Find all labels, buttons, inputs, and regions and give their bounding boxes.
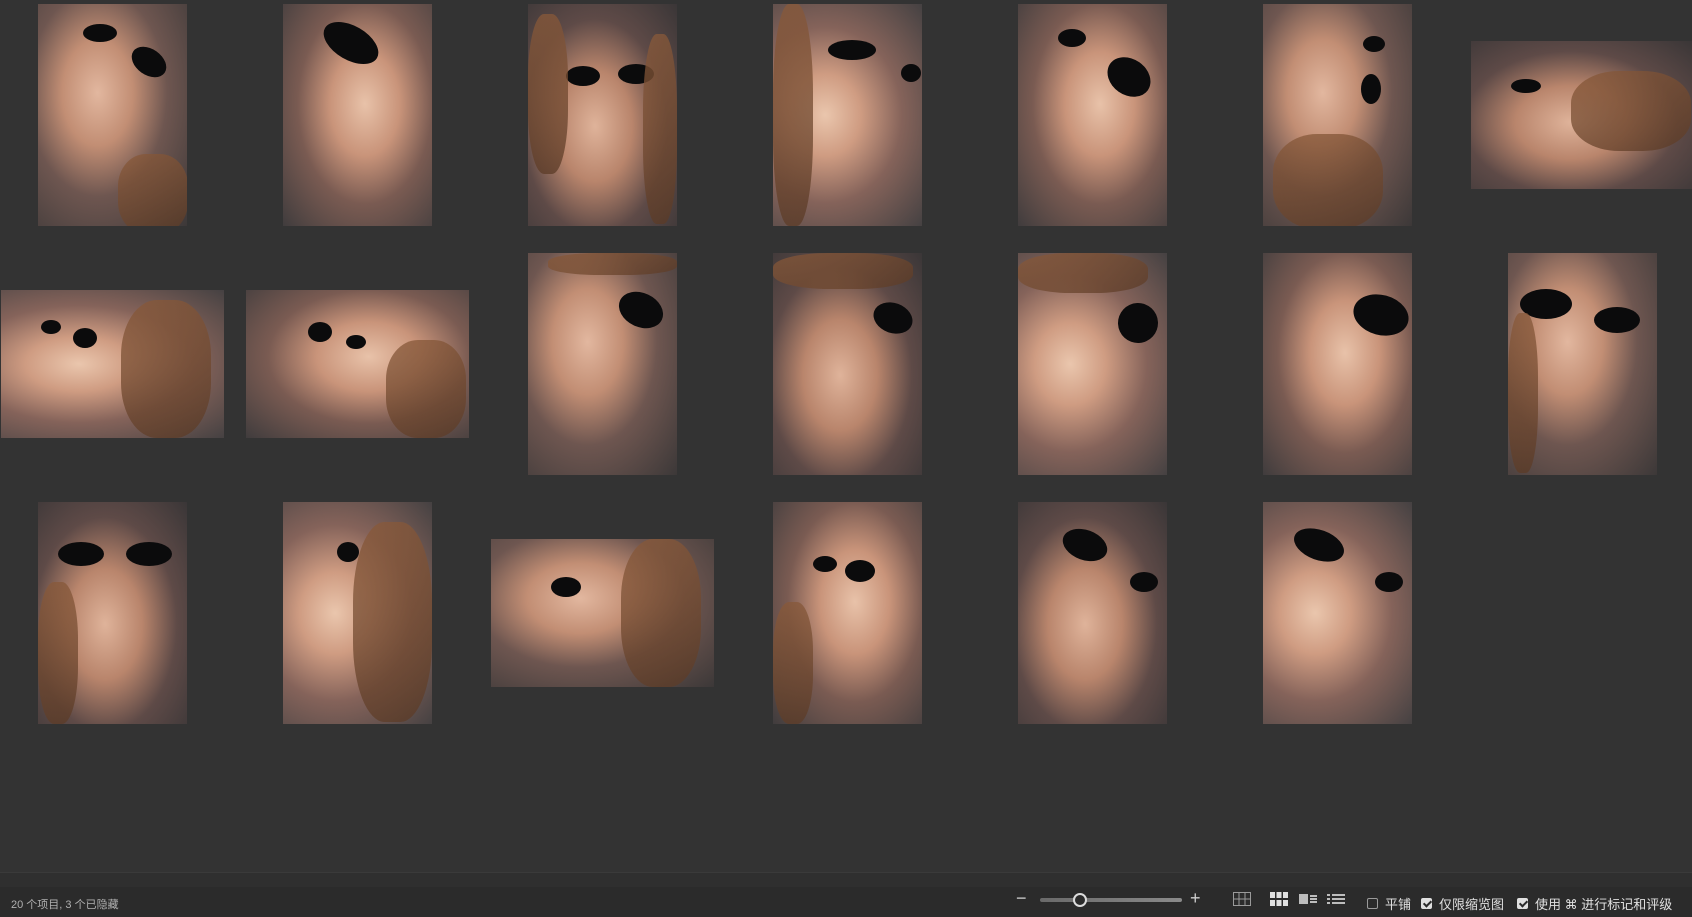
zoom-in-button[interactable]: +	[1190, 889, 1201, 907]
list-icon	[1327, 894, 1345, 904]
tile-option[interactable]: 平铺	[1367, 894, 1411, 913]
photo-thumbnail[interactable]	[773, 253, 922, 475]
item-count-label: 20 个项目, 3 个已隐藏	[11, 899, 119, 911]
photo-thumbnail[interactable]	[528, 253, 677, 475]
grid-icon	[1270, 892, 1288, 906]
photo-thumbnail[interactable]	[1263, 253, 1412, 475]
photo-thumbnail[interactable]	[1018, 4, 1167, 226]
photo-thumbnail[interactable]	[491, 539, 714, 687]
thumbnails-only-label: 仅限缩览图	[1439, 897, 1505, 912]
photo-thumbnail[interactable]	[1018, 502, 1167, 724]
tile-checkbox[interactable]	[1367, 898, 1378, 909]
photo-thumbnail[interactable]	[1263, 4, 1412, 226]
photo-thumbnail[interactable]	[1508, 253, 1657, 475]
photo-thumbnail[interactable]	[38, 4, 187, 226]
tile-label: 平铺	[1385, 897, 1412, 912]
view-list-button[interactable]	[1326, 891, 1346, 907]
photo-thumbnail[interactable]	[773, 4, 922, 226]
photo-thumbnail[interactable]	[1263, 502, 1412, 724]
photo-thumbnail[interactable]	[38, 502, 187, 724]
zoom-slider[interactable]	[1040, 898, 1182, 902]
thumbnails-only-option[interactable]: 仅限缩览图	[1421, 894, 1504, 913]
view-grid-button[interactable]	[1269, 891, 1289, 907]
zoom-out-button[interactable]: −	[1016, 889, 1027, 907]
use-cmd-rating-checkbox[interactable]	[1517, 898, 1528, 909]
thumbnails-only-checkbox[interactable]	[1421, 898, 1432, 909]
view-grid-large-button[interactable]	[1232, 891, 1252, 907]
photo-thumbnail[interactable]	[1471, 41, 1692, 189]
photo-thumbnail[interactable]	[283, 502, 432, 724]
status-bar: 20 个项目, 3 个已隐藏 − + 平铺 仅限缩览图 使用 ⌘ 进行标记和评级	[0, 872, 1692, 917]
use-cmd-rating-option[interactable]: 使用 ⌘ 进行标记和评级	[1517, 894, 1672, 913]
photo-thumbnail[interactable]	[283, 4, 432, 226]
photo-thumbnail[interactable]	[1, 290, 224, 438]
use-cmd-rating-label: 使用 ⌘ 进行标记和评级	[1535, 897, 1673, 912]
status-bar-top-strip	[0, 873, 1692, 887]
thumbnail-grid	[0, 0, 1692, 872]
zoom-slider-knob[interactable]	[1072, 893, 1087, 907]
photo-thumbnail[interactable]	[528, 4, 677, 226]
view-filmstrip-button[interactable]	[1298, 891, 1318, 907]
grid-large-icon	[1233, 892, 1251, 906]
photo-thumbnail[interactable]	[246, 290, 469, 438]
photo-thumbnail[interactable]	[773, 502, 922, 724]
filmstrip-icon	[1299, 894, 1317, 904]
photo-thumbnail[interactable]	[1018, 253, 1167, 475]
